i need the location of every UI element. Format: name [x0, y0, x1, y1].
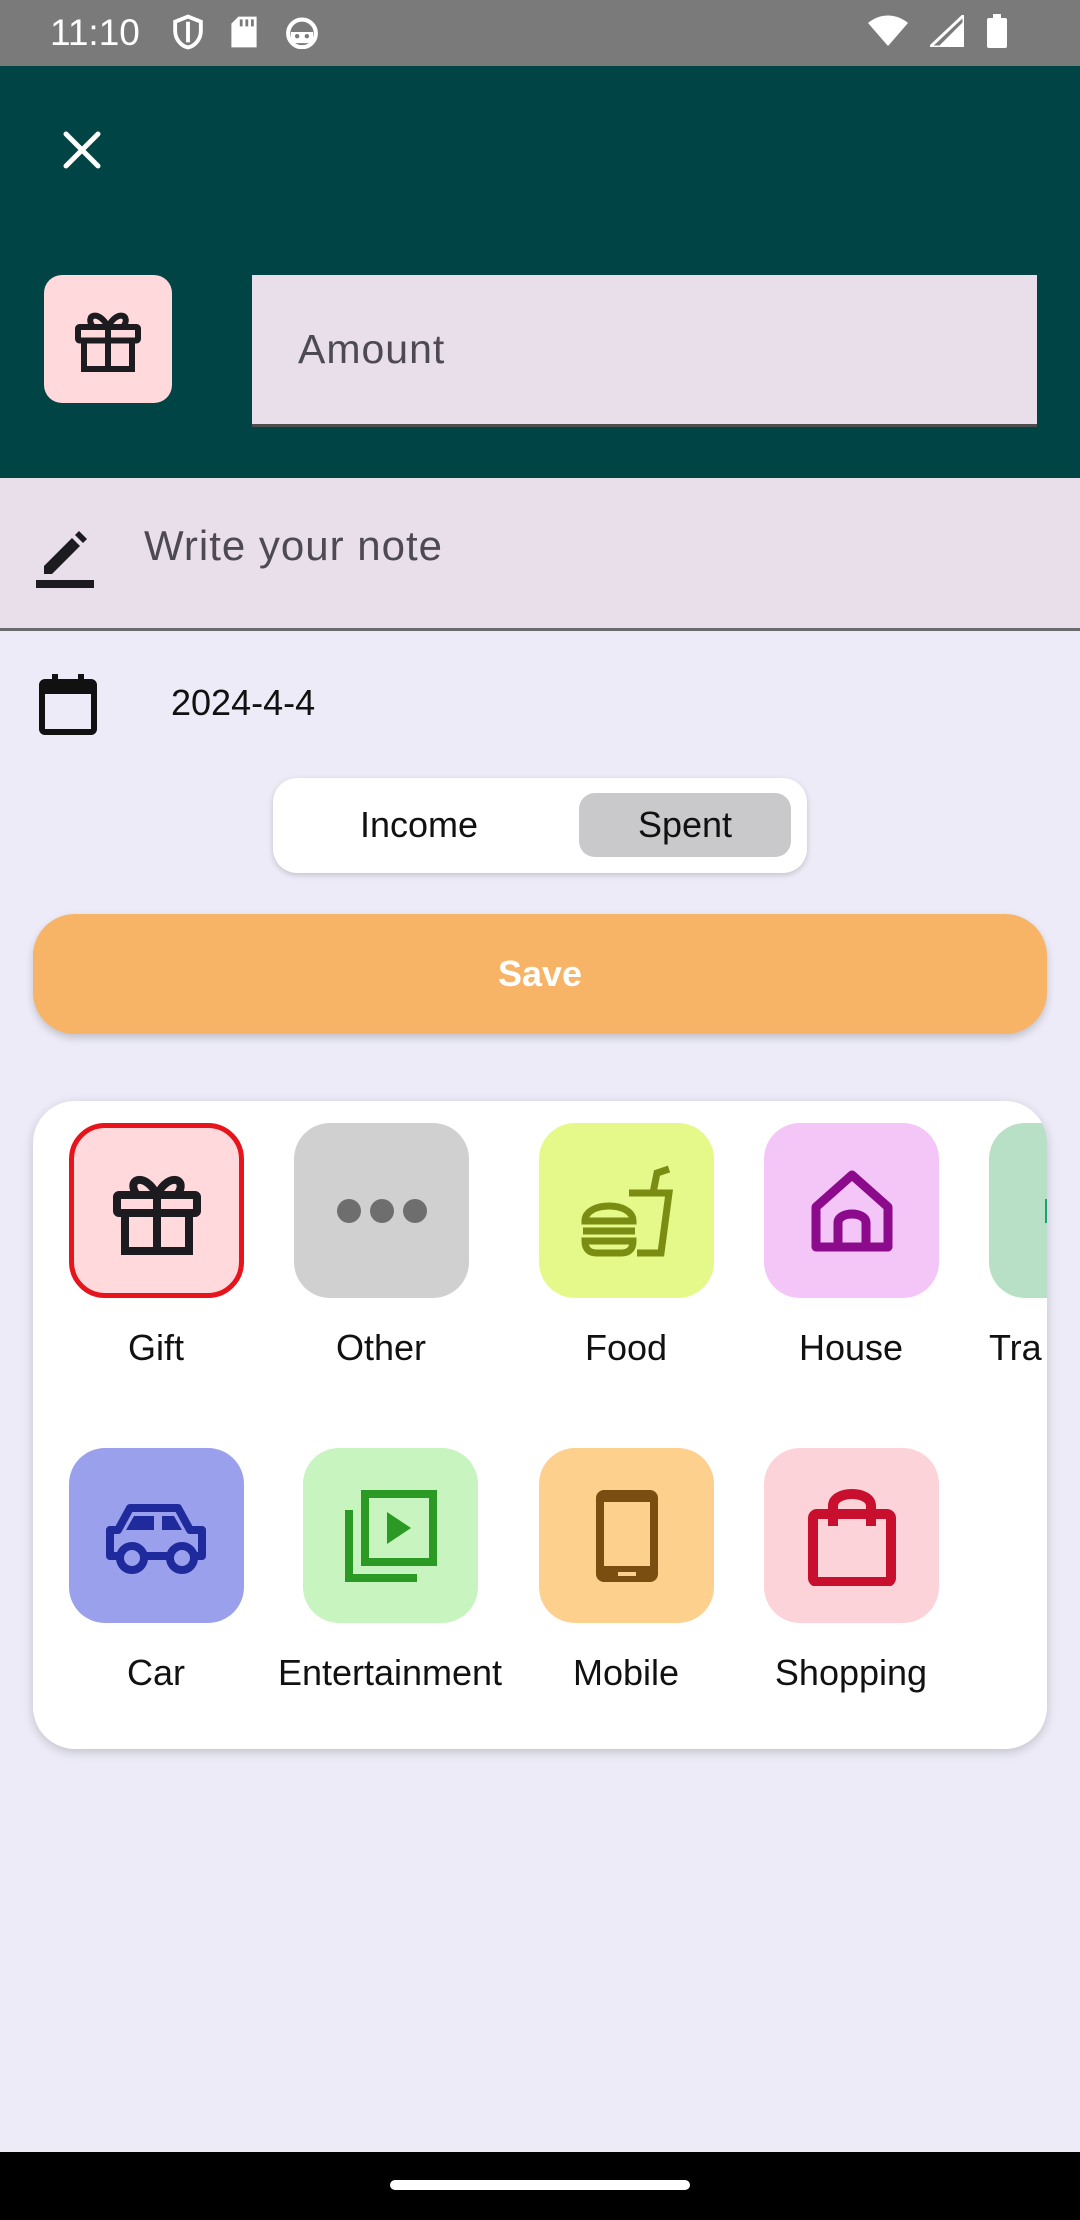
- category-gift[interactable]: [69, 1123, 244, 1298]
- transport-icon: [1044, 1198, 1047, 1223]
- amount-field[interactable]: [252, 275, 1037, 427]
- category-entertainment[interactable]: [303, 1448, 478, 1623]
- gift-icon: [75, 312, 141, 372]
- shield-icon: [173, 14, 203, 50]
- home-handle[interactable]: [390, 2180, 690, 2190]
- toggle-spent[interactable]: Spent: [579, 793, 791, 857]
- pencil-icon: [36, 531, 94, 588]
- navigation-bar: [0, 2152, 1080, 2220]
- category-shopping[interactable]: [764, 1448, 939, 1623]
- calendar-icon: [39, 674, 97, 735]
- category-label: House: [798, 1327, 904, 1368]
- category-label: Shopping: [774, 1652, 928, 1693]
- close-icon: [63, 131, 101, 169]
- fast-food-icon: [580, 1165, 673, 1256]
- close-button[interactable]: [54, 122, 110, 178]
- date-row[interactable]: 2024-4-4: [0, 660, 1080, 744]
- signal-icon: [930, 15, 964, 47]
- battery-icon: [987, 14, 1007, 48]
- header: [0, 66, 1080, 478]
- category-other[interactable]: [294, 1123, 469, 1298]
- type-toggle: Income Spent: [273, 778, 807, 873]
- category-food[interactable]: [539, 1123, 714, 1298]
- save-button[interactable]: Save: [33, 914, 1047, 1034]
- amount-input[interactable]: [298, 326, 1037, 373]
- sd-card-icon: [231, 16, 257, 48]
- date-value[interactable]: 2024-4-4: [171, 682, 315, 724]
- category-car[interactable]: [69, 1448, 244, 1623]
- selected-category-chip[interactable]: [44, 275, 172, 403]
- status-bar: 11:10: [0, 0, 1080, 66]
- note-field[interactable]: [0, 478, 1080, 631]
- category-mobile[interactable]: [539, 1448, 714, 1623]
- video-library-icon: [344, 1489, 437, 1582]
- house-icon: [811, 1170, 892, 1251]
- gift-icon: [112, 1175, 201, 1255]
- wifi-icon: [868, 15, 908, 46]
- smartphone-icon: [595, 1489, 658, 1582]
- category-grid: Gift Other Food House Tra Car Entertainm…: [33, 1101, 1047, 1749]
- status-time: 11:10: [50, 12, 140, 53]
- category-label: Other: [335, 1327, 427, 1368]
- category-label: Tra: [989, 1327, 1042, 1368]
- car-icon: [105, 1503, 206, 1574]
- shopping-bag-icon: [807, 1488, 896, 1586]
- toggle-income[interactable]: Income: [303, 793, 535, 857]
- note-input[interactable]: [144, 522, 1024, 570]
- category-transport[interactable]: [989, 1123, 1047, 1298]
- more-horizontal-icon: [336, 1198, 427, 1223]
- android-icon: [286, 17, 318, 49]
- category-house[interactable]: [764, 1123, 939, 1298]
